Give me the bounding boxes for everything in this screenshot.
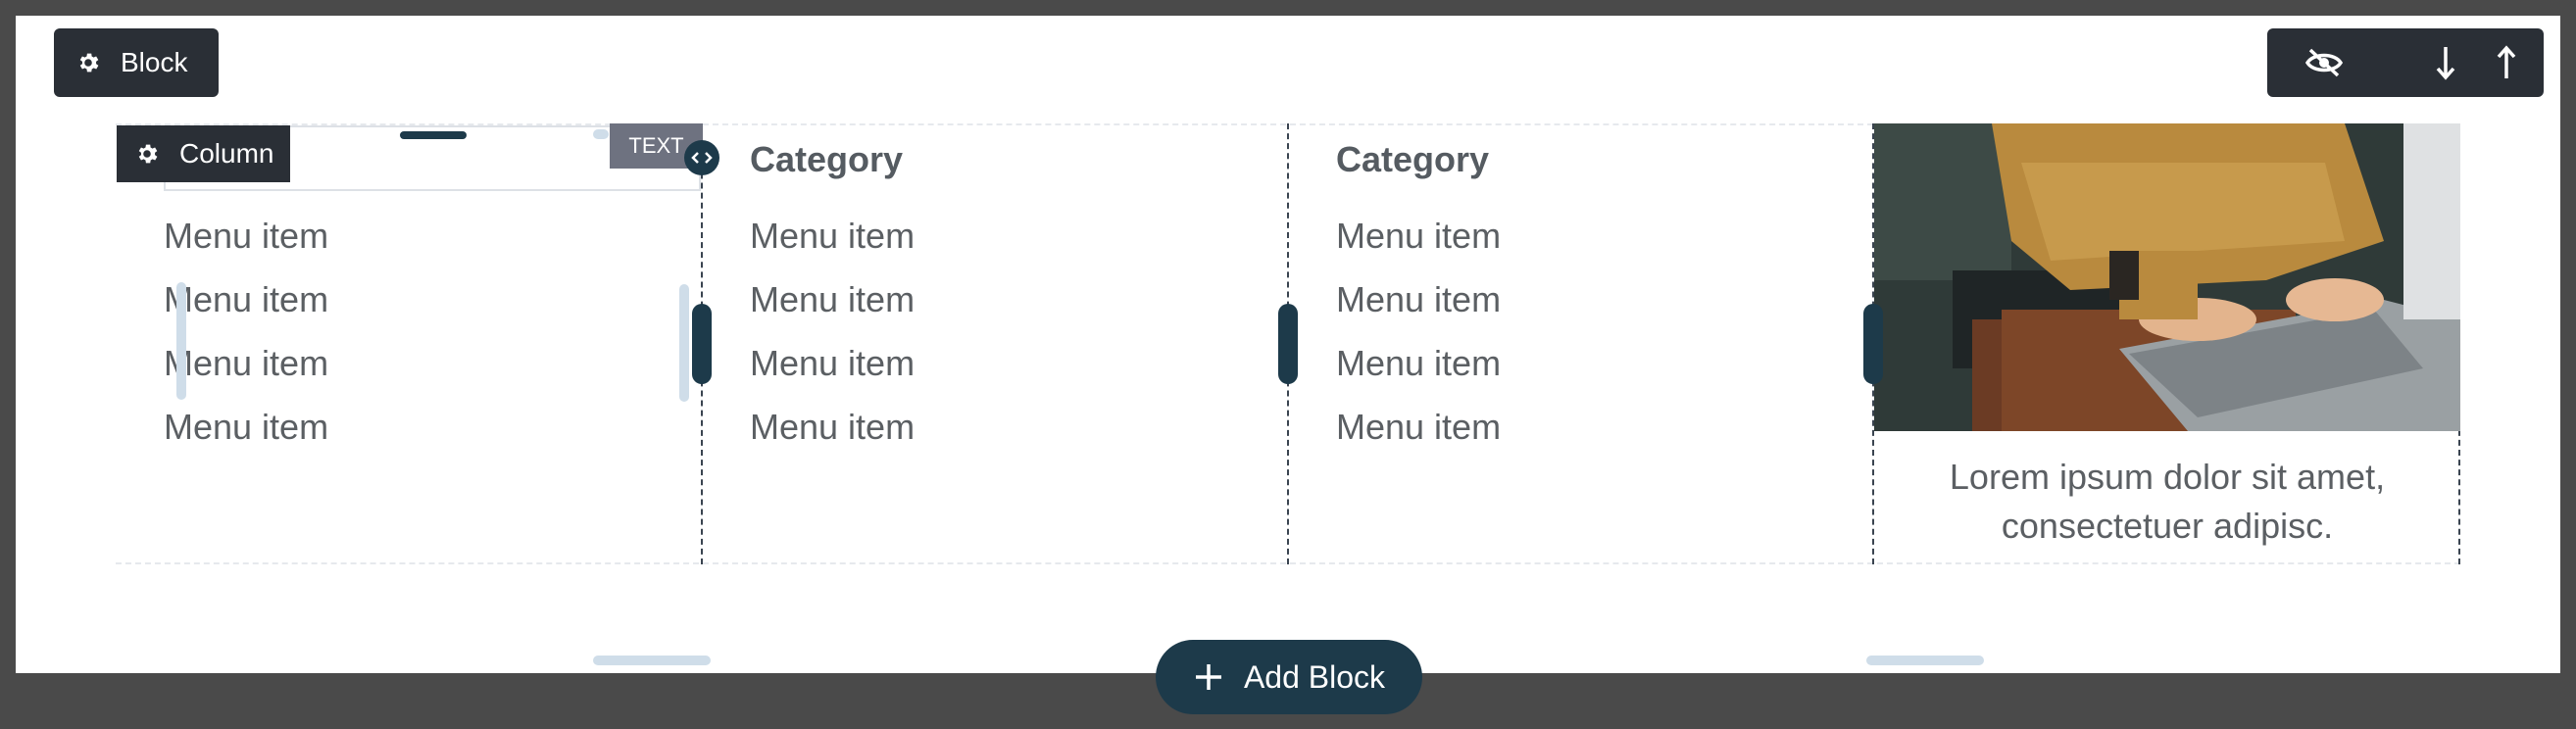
menu-item[interactable]: Menu item — [1336, 343, 1501, 384]
column-resize-handle[interactable] — [1278, 304, 1298, 384]
column-resize-knob[interactable] — [684, 140, 719, 175]
hide-block-button[interactable] — [2293, 28, 2355, 97]
padding-handle-bottom[interactable] — [1866, 656, 1984, 665]
menu-item[interactable]: Menu item — [164, 279, 328, 320]
add-block-label: Add Block — [1243, 658, 1386, 695]
move-up-button[interactable] — [2475, 28, 2538, 97]
move-down-button[interactable] — [2414, 28, 2477, 97]
column-settings-button[interactable]: Column — [117, 125, 290, 182]
menu-item[interactable]: Menu item — [164, 343, 328, 384]
column-resize-handle[interactable] — [692, 304, 712, 384]
padding-handle-top[interactable] — [593, 129, 609, 139]
image-caption: Lorem ipsum dolor sit amet, consectetuer… — [1874, 453, 2460, 551]
menu-item[interactable]: Menu item — [750, 279, 915, 320]
menu-item[interactable]: Menu item — [750, 407, 915, 448]
column-image[interactable] — [1874, 123, 2460, 431]
block-label: Block — [121, 47, 188, 77]
block-settings-button[interactable]: Block — [54, 28, 219, 97]
menu-item[interactable]: Menu item — [1336, 279, 1501, 320]
menu-item[interactable]: Menu item — [164, 216, 328, 257]
caption-line-2: consectetuer adipisc. — [2001, 506, 2334, 546]
gear-icon — [79, 53, 99, 73]
block-toolbar — [2267, 28, 2544, 97]
column-label: Column — [179, 138, 274, 169]
add-block-button[interactable]: Add Block — [1156, 640, 1422, 714]
move-down-icon — [2436, 47, 2455, 80]
column-2-category: Category — [750, 139, 904, 179]
laptop-photo — [1874, 123, 2460, 431]
padding-handle-bottom[interactable] — [593, 656, 711, 665]
column-resize-handle[interactable] — [1863, 304, 1883, 384]
caption-line-1: Lorem ipsum dolor sit amet, — [1949, 457, 2386, 497]
move-up-icon — [2497, 45, 2516, 78]
menu-item[interactable]: Menu item — [1336, 216, 1501, 257]
plus-icon — [1195, 664, 1221, 690]
eye-off-icon — [2304, 48, 2344, 77]
padding-handle-left[interactable] — [176, 282, 186, 400]
element-drag-handle[interactable] — [400, 131, 467, 139]
gear-icon — [138, 144, 158, 164]
resize-arrows-icon — [691, 152, 713, 164]
menu-item[interactable]: Menu item — [1336, 407, 1501, 448]
padding-handle-right[interactable] — [679, 284, 689, 402]
column-3-category: Category — [1336, 139, 1490, 179]
menu-item[interactable]: Menu item — [750, 216, 915, 257]
menu-item[interactable]: Menu item — [750, 343, 915, 384]
menu-item[interactable]: Menu item — [164, 407, 328, 448]
